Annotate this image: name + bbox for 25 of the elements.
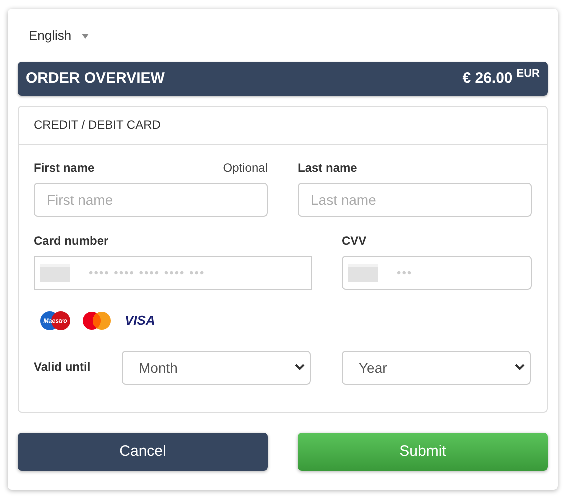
field-label: Card number xyxy=(34,234,109,248)
card-panel-title: CREDIT / DEBIT CARD xyxy=(34,118,161,132)
chevron-down-icon xyxy=(515,364,525,371)
cancel-button[interactable]: Cancel xyxy=(18,432,268,470)
caret-icon xyxy=(82,34,89,38)
visa-logo: VISA xyxy=(125,313,156,328)
field-label: First name xyxy=(34,160,95,174)
field-label: CVV xyxy=(342,234,367,248)
order-amount: € 26.00 xyxy=(462,70,513,87)
order-title: ORDER OVERVIEW xyxy=(26,70,166,87)
last-name-field[interactable]: Last name xyxy=(298,182,532,216)
first-name-field[interactable]: First name xyxy=(34,182,268,216)
field-label: Last name xyxy=(298,160,358,174)
currency-label: EUR xyxy=(516,68,540,80)
card-icon xyxy=(40,264,70,282)
language-dropdown[interactable]: English xyxy=(29,26,89,44)
month-select[interactable]: Month xyxy=(122,350,311,384)
card-number-field[interactable]: •••• •••• •••• •••• ••• xyxy=(34,256,312,290)
mastercard-logo xyxy=(82,310,112,330)
optional-note: Optional xyxy=(223,160,268,174)
cvv-field[interactable]: ••• xyxy=(342,256,532,290)
chevron-down-icon xyxy=(295,364,305,371)
year-select[interactable]: Year xyxy=(342,350,531,384)
field-label: Valid until xyxy=(34,360,92,374)
card-icon xyxy=(348,264,378,282)
